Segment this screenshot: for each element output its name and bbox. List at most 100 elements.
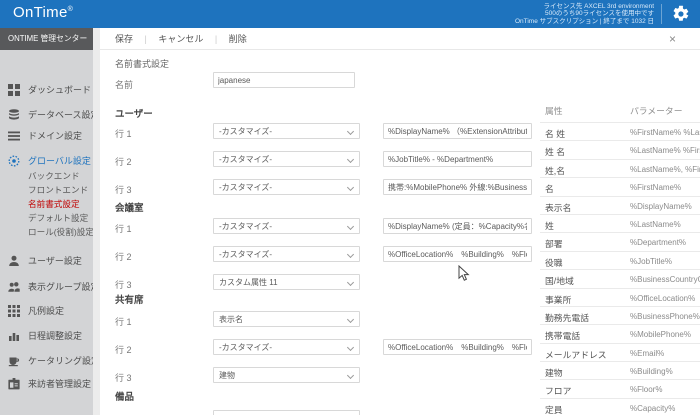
sidebar: ONTIME 管理センター ダッシュボード データベース設定 ドメイン設定 グロ… (0, 28, 93, 415)
table-row: 姓 名%LastName% %FirstName% (540, 140, 700, 158)
sidebar-item-domain[interactable]: ドメイン設定 (0, 128, 93, 144)
gear-icon[interactable] (672, 5, 690, 23)
sidebar-item-user[interactable]: ユーザー設定 (0, 253, 93, 269)
table-row: 勤務先電話%BusinessPhone% (540, 306, 700, 324)
table-row: 姓%LastName% (540, 214, 700, 232)
table-row: 建物%Building% (540, 361, 700, 379)
user-row3-input[interactable] (383, 179, 532, 195)
room-row1-input[interactable] (383, 218, 532, 234)
license-line-2: 500のうち90ライセンスを使用中です (515, 10, 654, 17)
table-row: 名%FirstName% (540, 177, 700, 195)
sidebar-item-catering[interactable]: ケータリング設定 (0, 353, 93, 369)
sidebar-scrollbar[interactable] (93, 28, 100, 415)
user-row1-input[interactable] (383, 123, 532, 139)
license-line-3: OnTime サブスクリプション | 終了まで 1032 日 (515, 18, 654, 25)
row-label: 行 2 (115, 155, 132, 168)
column-header-parameter: パラメーター (630, 104, 683, 117)
room-row2-select[interactable]: -カスタマイズ- (213, 246, 360, 262)
room-row3-select[interactable]: カスタム属性 11 (213, 274, 360, 290)
chevron-down-icon (347, 223, 354, 230)
table-row: 定員%Capacity% (540, 398, 700, 415)
sidebar-item-legend[interactable]: 凡例設定 (0, 303, 93, 319)
table-row: フロア%Floor% (540, 379, 700, 397)
chevron-down-icon (347, 184, 354, 191)
name-field-label: 名前 (115, 78, 133, 91)
user-row1-select[interactable]: -カスタマイズ- (213, 123, 360, 139)
sidebar-item-dashboard[interactable]: ダッシュボード (0, 82, 93, 98)
shared-row2-select[interactable]: -カスタマイズ- (213, 339, 360, 355)
toolbar-separator: | (215, 34, 217, 44)
parameter-table: 属性 パラメーター 名 姓%FirstName% %LastName% 姓 名%… (540, 98, 700, 415)
list-icon (8, 130, 20, 142)
table-row: 国/地域%BusinessCountryOrRegion% (540, 269, 700, 287)
globe-icon (8, 155, 20, 167)
room-row1-select[interactable]: -カスタマイズ- (213, 218, 360, 234)
grid-icon (8, 305, 20, 317)
chevron-down-icon (347, 344, 354, 351)
action-toolbar: 保存 | キャンセル | 削除 × (100, 28, 700, 50)
chevron-down-icon (347, 128, 354, 135)
row-label: 行 3 (115, 371, 132, 384)
sidebar-sub-frontend[interactable]: フロントエンド (28, 183, 93, 197)
sidebar-item-database[interactable]: データベース設定 (0, 107, 93, 123)
row-label: 行 3 (115, 183, 132, 196)
sidebar-sub-role[interactable]: ロール(役割)設定 (28, 225, 93, 239)
sidebar-sub-backend[interactable]: バックエンド (28, 169, 93, 183)
sidebar-sub-default[interactable]: デフォルト設定 (28, 211, 93, 225)
parameter-table-header: 属性 パラメーター (540, 98, 700, 122)
user-icon (8, 255, 20, 267)
user-row2-input[interactable] (383, 151, 532, 167)
room-row2-input[interactable] (383, 246, 532, 262)
sidebar-item-schedule[interactable]: 日程調整設定 (0, 328, 93, 344)
equipment-row1-select[interactable] (213, 410, 360, 415)
table-row: 役職%JobTitle% (540, 251, 700, 269)
cancel-button[interactable]: キャンセル (158, 34, 203, 44)
row-label: 行 1 (115, 315, 132, 328)
id-badge-icon (8, 378, 20, 390)
sidebar-item-visitor[interactable]: 来訪者管理設定 (0, 376, 93, 392)
table-row: 部署%Department% (540, 232, 700, 250)
top-bar: OnTime® ライセンス先 AXCEL 3rd environment 500… (0, 0, 700, 28)
license-info: ライセンス先 AXCEL 3rd environment 500のうち90ライセ… (515, 3, 654, 25)
row-label: 行 1 (115, 222, 132, 235)
bar-chart-icon (8, 330, 20, 342)
row-label: 行 2 (115, 250, 132, 263)
sidebar-title: ONTIME 管理センター (0, 28, 93, 50)
table-row: 姓,名%LastName%, %FirstName% (540, 159, 700, 177)
app-window: OnTime® ライセンス先 AXCEL 3rd environment 500… (0, 0, 700, 415)
row-label: 行 3 (115, 278, 132, 291)
ontime-logo: OnTime® (13, 4, 73, 21)
topbar-divider (661, 4, 662, 24)
table-row: 名 姓%FirstName% %LastName% (540, 122, 700, 140)
shared-row3-select[interactable]: 建物 (213, 367, 360, 383)
chevron-down-icon (347, 372, 354, 379)
main-panel: 保存 | キャンセル | 削除 × 名前書式設定 名前 ユーザー 行 1 -カス… (100, 28, 700, 415)
user-row2-select[interactable]: -カスタマイズ- (213, 151, 360, 167)
section-shared-heading: 共有席 (115, 292, 144, 306)
section-equipment-heading: 備品 (115, 389, 134, 403)
page-title: 名前書式設定 (115, 57, 169, 70)
shared-row2-input[interactable] (383, 339, 532, 355)
shared-row1-select[interactable]: 表示名 (213, 311, 360, 327)
users-icon (8, 281, 20, 293)
chevron-down-icon (347, 316, 354, 323)
save-button[interactable]: 保存 (115, 34, 133, 44)
delete-button[interactable]: 削除 (229, 34, 247, 44)
coffee-cup-icon (8, 355, 20, 367)
section-room-heading: 会議室 (115, 200, 144, 214)
row-label: 行 1 (115, 127, 132, 140)
toolbar-separator: | (145, 34, 147, 44)
column-header-attribute: 属性 (545, 104, 563, 117)
user-row3-select[interactable]: -カスタマイズ- (213, 179, 360, 195)
database-icon (8, 109, 20, 121)
sidebar-item-display-group[interactable]: 表示グループ設定 (0, 279, 93, 295)
table-row: 事業所%OfficeLocation% (540, 288, 700, 306)
chevron-down-icon (347, 279, 354, 286)
sidebar-item-global[interactable]: グローバル設定 (0, 153, 93, 169)
close-icon[interactable]: × (669, 28, 676, 50)
name-input[interactable] (213, 72, 355, 88)
table-row: 表示名%DisplayName% (540, 196, 700, 214)
table-row: メールアドレス%Email% (540, 343, 700, 361)
table-row: 携帯電話%MobilePhone% (540, 324, 700, 342)
sidebar-sub-name-format[interactable]: 名前書式設定 (28, 197, 93, 211)
